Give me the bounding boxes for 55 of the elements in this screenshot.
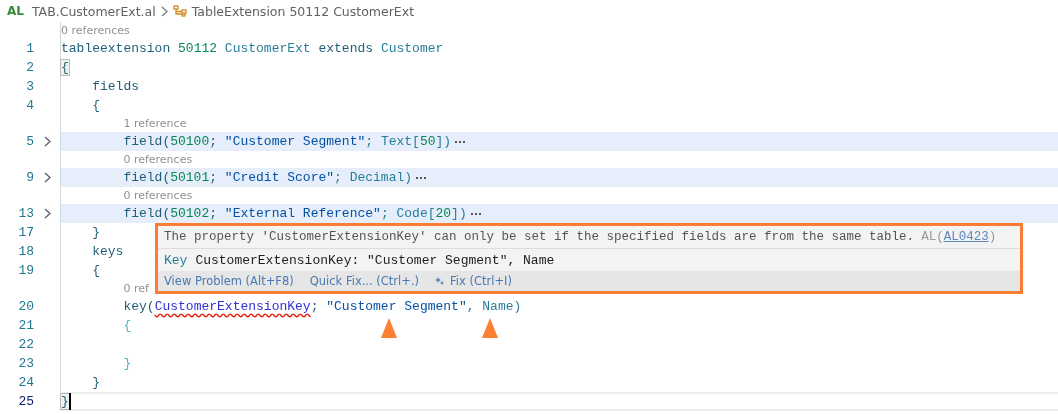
- code-line: {: [91, 97, 100, 115]
- line-number: 18: [17, 244, 34, 259]
- line-number: 20: [17, 299, 34, 314]
- triangle-pointer-icon: [381, 318, 397, 338]
- line-number: 2: [25, 60, 34, 75]
- code-lens[interactable]: 0 ref: [123, 282, 149, 295]
- code-lens[interactable]: 0 references: [61, 24, 130, 37]
- line-number: 9: [25, 170, 34, 185]
- line-number: 23: [17, 356, 34, 371]
- problem-source-end: ): [988, 230, 997, 244]
- code-line: field(50100; "Customer Segment"; Text[50]): [122, 133, 452, 151]
- breadcrumb-symbol[interactable]: TableExtension 50112 CustomerExt: [191, 3, 415, 19]
- line-number: 1: [25, 41, 34, 56]
- chevron-right-icon: [160, 5, 168, 17]
- code-line: field(50102; "External Reference"; Code[20]): [122, 205, 467, 223]
- line-number: 22: [17, 337, 34, 352]
- chevron-right-icon[interactable]: [43, 172, 51, 183]
- breadcrumb-file[interactable]: TAB.CustomerExt.al: [31, 3, 156, 19]
- line-number: 21: [17, 318, 34, 333]
- triangle-pointer-icon: [482, 318, 498, 338]
- problem-source: AL(: [921, 230, 944, 244]
- code-line: }: [122, 355, 132, 373]
- sparkle-icon: [435, 276, 446, 286]
- line-number: 25: [17, 394, 34, 409]
- popup-action-link[interactable]: Fix (Ctrl+I): [435, 274, 512, 288]
- line-number: 17: [17, 225, 34, 240]
- code-line: }: [91, 374, 100, 392]
- line-number: 19: [17, 263, 34, 278]
- code-line: {: [122, 317, 132, 335]
- line-number: 3: [25, 79, 34, 94]
- key-keyword: Key: [164, 252, 188, 268]
- code-line: {: [91, 262, 100, 280]
- line-number: 5: [25, 134, 34, 149]
- code-line: key(CustomerExtensionKey; "Customer Segment", Name): [122, 298, 522, 316]
- code-line: keys: [91, 243, 124, 261]
- chevron-right-icon[interactable]: [43, 208, 51, 219]
- chevron-right-icon[interactable]: [43, 136, 51, 147]
- line-number: 13: [17, 206, 34, 221]
- code-line: fields: [91, 78, 139, 96]
- popup-action-link[interactable]: Quick Fix... (Ctrl+.): [309, 274, 420, 288]
- code-lens[interactable]: 0 references: [123, 189, 193, 202]
- code-line: field(50101; "Credit Score"; Decimal): [122, 169, 413, 187]
- code-line: }: [91, 224, 100, 242]
- problem-code-link[interactable]: AL0423: [943, 230, 989, 244]
- symbol-structure-icon: [172, 5, 187, 17]
- line-number: 4: [25, 98, 34, 113]
- code-line: tableextension 50112 CustomerExt extends Customer: [61, 40, 444, 58]
- problem-message: The property 'CustomerExtensionKey' can only be set if the specified fields are from the same table.: [164, 230, 915, 244]
- popup-action-link[interactable]: View Problem (Alt+F8): [164, 274, 294, 288]
- language-label: AL: [7, 4, 24, 18]
- text-cursor: [68, 393, 71, 410]
- line-number: 24: [17, 375, 34, 390]
- code-lens[interactable]: 0 references: [123, 153, 193, 166]
- key-definition: CustomerExtensionKey: "Customer Segment", Name: [195, 252, 555, 268]
- code-lens[interactable]: 1 reference: [123, 117, 187, 130]
